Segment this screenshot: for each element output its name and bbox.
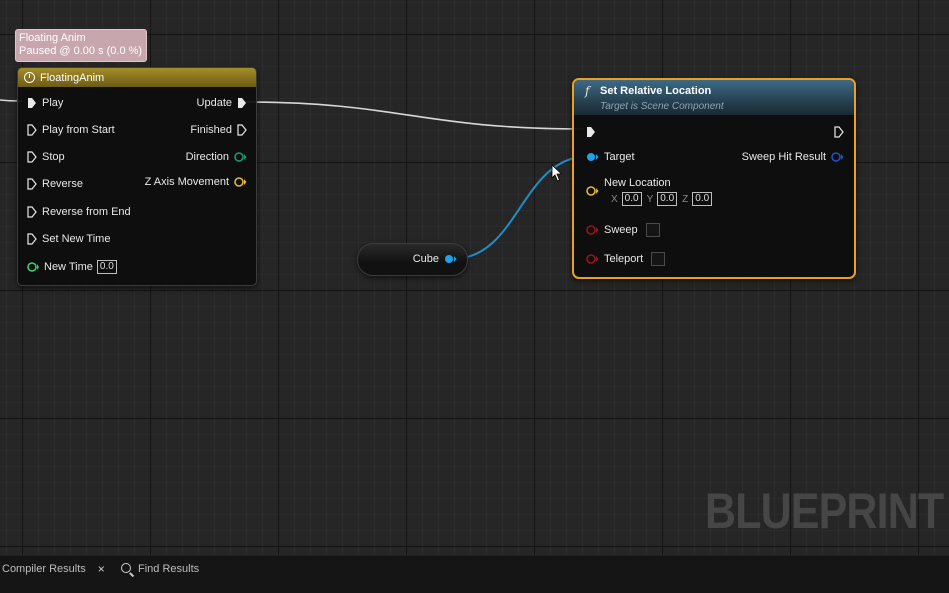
z-input[interactable]: 0.0 [692,192,713,206]
pin-label-new-time: New Time [44,261,93,273]
float-pin-icon[interactable] [234,176,247,188]
pin-reverse[interactable]: Reverse [27,176,83,192]
pin-play[interactable]: Play [27,95,63,111]
pin-finished[interactable]: Finished [190,122,247,138]
timeline-node-title: FloatingAnim [40,71,105,84]
exec-pin-icon[interactable] [27,206,37,218]
pin-set-new-time[interactable]: Set New Time [27,231,110,247]
pin-reverse-from-end[interactable]: Reverse from End [27,204,131,220]
blueprint-watermark: BLUEPRINT [705,483,944,539]
pin-exec-out[interactable] [829,124,844,140]
pin-cube-output[interactable]: Cube [413,251,457,267]
pin-label-reverse-from-end: Reverse from End [42,206,131,218]
search-icon [121,563,131,573]
tab-compiler-results-label: Compiler Results [2,563,86,575]
pin-label-direction: Direction [185,151,229,163]
pin-teleport[interactable]: Teleport [586,251,666,267]
sweep-checkbox[interactable] [645,223,660,237]
pin-z-axis-movement[interactable]: Z Axis Movement [145,174,247,190]
struct-pin-icon[interactable] [831,151,844,163]
pin-label-set-new-time: Set New Time [42,233,111,245]
new-location-xyz: X 0.0 Y 0.0 Z 0.0 [611,191,713,207]
pin-target[interactable]: Target [586,149,635,165]
pin-label-z-axis-movement: Z Axis Movement [144,176,229,188]
mouse-cursor-icon [551,164,563,182]
z-label: Z [682,193,689,205]
timeline-status-tooltip: Floating Anim Paused @ 0.00 s (0.0 %) [15,29,148,62]
cube-variable-node[interactable]: Cube [357,243,468,276]
vector-pin-icon[interactable] [586,185,599,197]
tab-compiler-results[interactable]: Compiler Results × [2,561,105,577]
y-input[interactable]: 0.0 [657,192,678,206]
set-node-subtitle: Target is Scene Component [600,101,724,112]
new-time-input[interactable]: 0.0 [96,260,117,274]
timeline-node-header[interactable]: FloatingAnim [18,68,256,87]
pin-sweep[interactable]: Sweep [586,222,660,238]
tab-find-results[interactable]: Find Results [121,561,199,577]
pin-sweep-hit-result[interactable]: Sweep Hit Result [742,149,844,165]
pin-label-new-location: New Location [604,177,671,189]
x-input[interactable]: 0.0 [621,192,642,206]
set-relative-location-node[interactable]: f Set Relative Location Target is Scene … [572,78,856,279]
enum-pin-icon[interactable] [234,151,247,163]
exec-pin-icon[interactable] [27,233,37,245]
pin-direction[interactable]: Direction [186,149,247,165]
bool-pin-icon[interactable] [586,224,599,236]
tab-find-results-label: Find Results [138,563,200,575]
exec-pin-icon[interactable] [586,126,596,138]
exec-pin-icon[interactable] [237,124,247,136]
exec-pin-icon[interactable] [27,178,37,190]
exec-pin-icon[interactable] [237,97,247,109]
timeline-node-floatinganim[interactable]: FloatingAnim Play Play from Start Stop R… [17,67,257,286]
set-node-title: Set Relative Location [600,85,712,97]
object-pin-icon[interactable] [586,151,599,163]
object-pin-icon[interactable] [444,253,457,265]
bottom-tab-bar: Compiler Results × Find Results [0,555,949,593]
exec-pin-icon[interactable] [27,124,37,136]
pin-update[interactable]: Update [197,95,247,111]
pin-new-time[interactable]: New Time 0.0 [27,259,117,275]
function-icon: f [585,84,590,98]
tooltip-title: Floating Anim [19,32,86,44]
pin-label-reverse: Reverse [42,178,83,190]
exec-pin-icon[interactable] [27,97,37,109]
pin-exec-in[interactable] [586,124,601,140]
pin-label-update: Update [196,97,232,109]
pin-label-finished: Finished [190,124,232,136]
pin-label-target: Target [604,151,635,163]
pin-label-stop: Stop [42,151,65,163]
pin-label-sweep-hit-result: Sweep Hit Result [741,151,826,163]
pin-label-play: Play [42,97,64,109]
cube-label: Cube [412,253,439,265]
exec-pin-icon[interactable] [27,151,37,163]
set-node-header[interactable]: f Set Relative Location Target is Scene … [574,80,854,115]
y-label: Y [646,193,654,205]
pin-play-from-start[interactable]: Play from Start [27,122,115,138]
pin-label-teleport: Teleport [604,253,644,265]
float-pin-icon[interactable] [27,261,39,273]
teleport-checkbox[interactable] [651,252,666,266]
pin-new-location[interactable]: New Location [586,176,671,196]
exec-pin-icon[interactable] [834,126,844,138]
x-label: X [611,193,618,205]
clock-icon [24,72,35,83]
pin-stop[interactable]: Stop [27,149,65,165]
pin-label-play-from-start: Play from Start [42,124,115,136]
pin-label-sweep: Sweep [604,224,638,236]
bool-pin-icon[interactable] [586,253,599,265]
close-icon[interactable]: × [98,562,105,576]
tooltip-status: Paused @ 0.00 s (0.0 %) [19,45,143,57]
